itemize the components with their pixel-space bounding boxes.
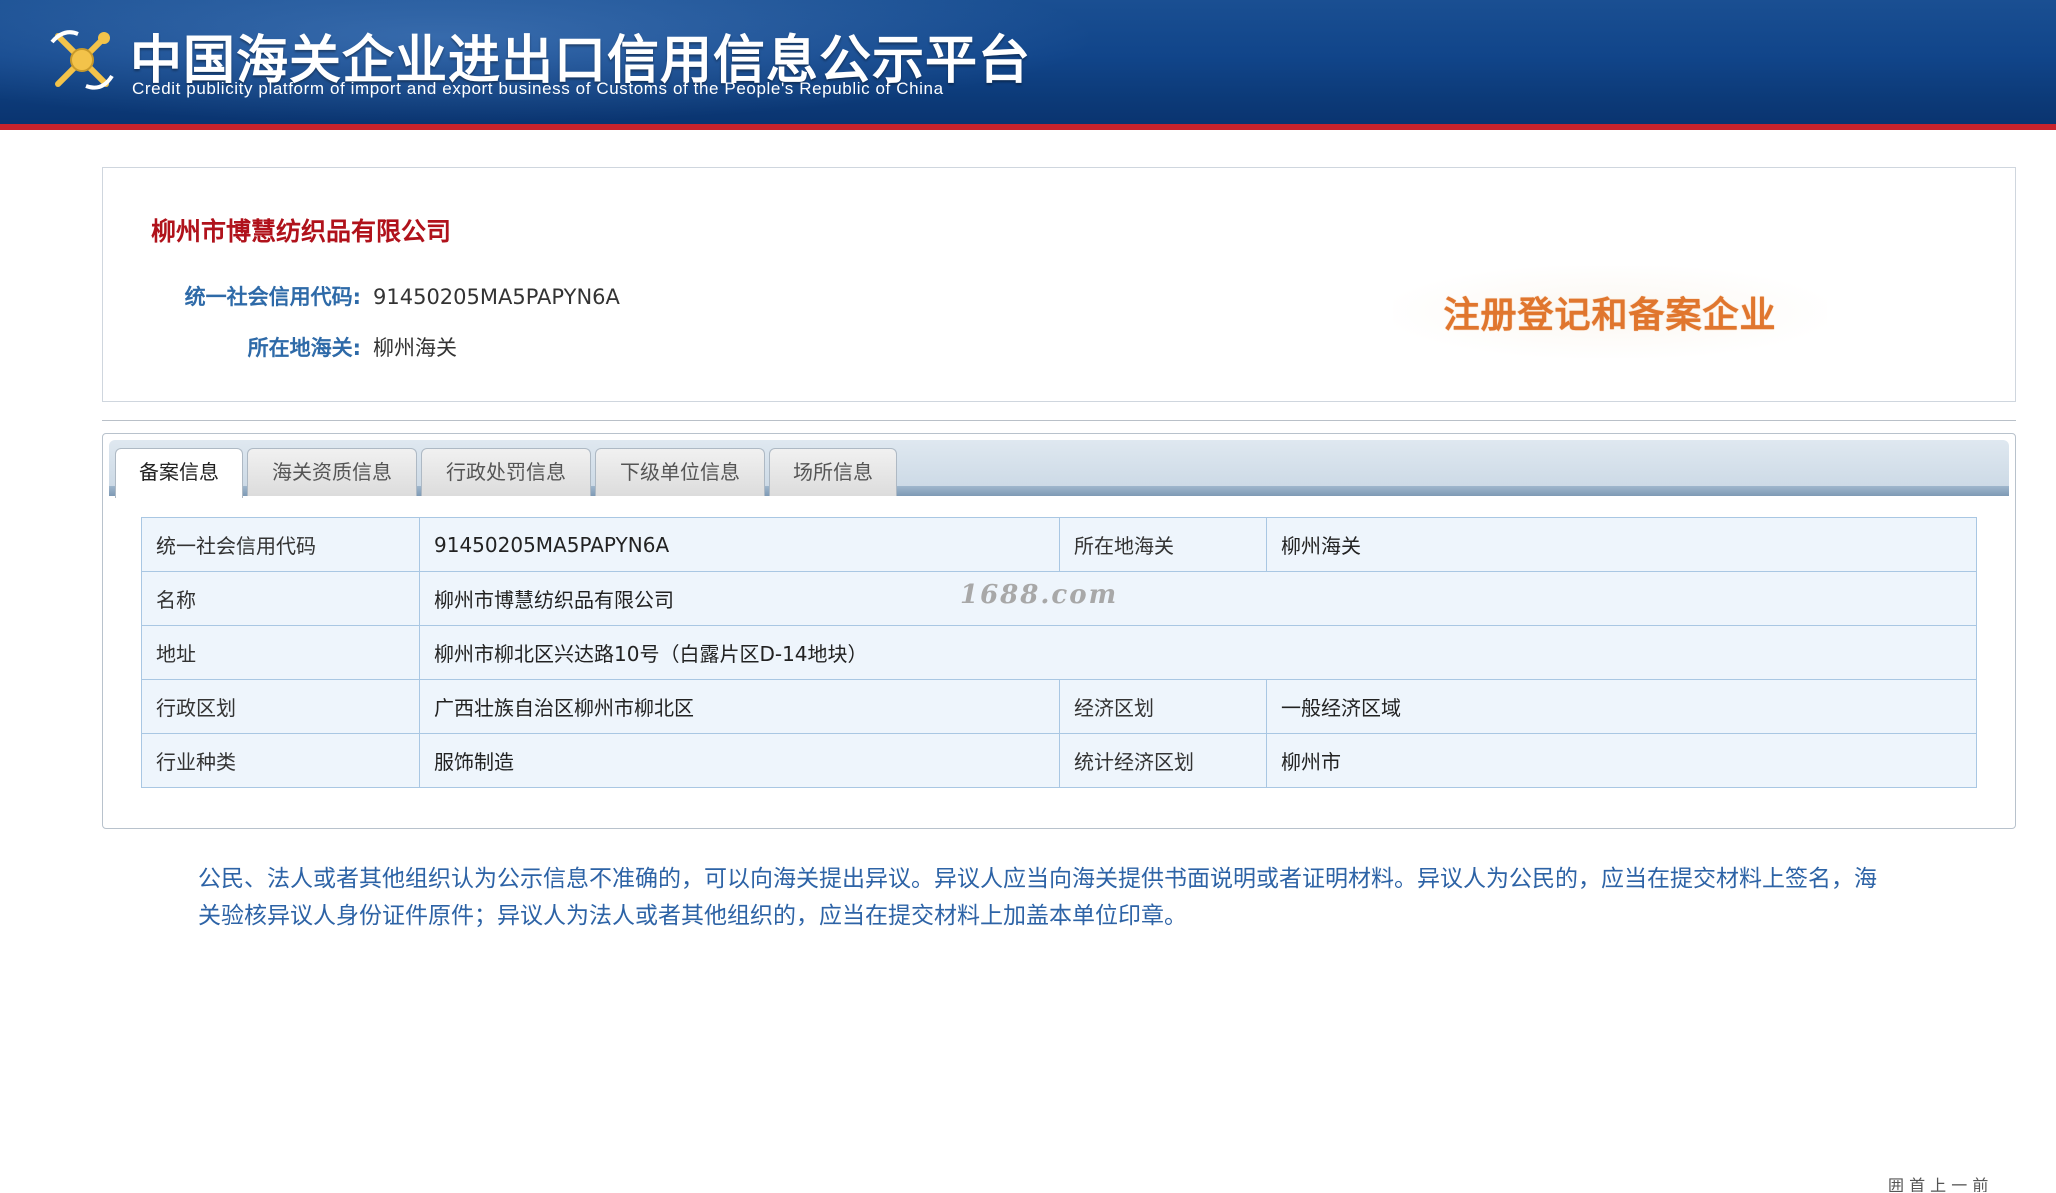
table-row: 地址 柳州市柳北区兴达路10号（白露片区D-14地块） <box>141 625 1977 680</box>
tab-administrative-penalty[interactable]: 行政处罚信息 <box>421 448 591 496</box>
row-label: 地址 <box>141 625 420 680</box>
row-label: 统一社会信用代码 <box>141 517 420 572</box>
row-value: 柳州市柳北区兴达路10号（白露片区D-14地块） <box>419 625 1977 680</box>
row-label: 名称 <box>141 571 420 626</box>
corner-toolbar-fragment: 囲 首 上 一 前 <box>1888 1176 1989 1192</box>
credit-code-value: 91450205MA5PAPYN6A <box>373 285 620 309</box>
info-tab-panel: 备案信息 海关资质信息 行政处罚信息 下级单位信息 场所信息 统一社会信用代码 … <box>102 433 2016 829</box>
table-row: 行业种类 服饰制造 统计经济区划 柳州市 <box>141 733 1977 788</box>
site-subtitle: Credit publicity platform of import and … <box>132 79 944 98</box>
customs-emblem-icon[interactable] <box>44 22 120 98</box>
row-value: 柳州市博慧纺织品有限公司 <box>419 571 1977 626</box>
company-summary-card: 柳州市博慧纺织品有限公司 统一社会信用代码: 91450205MA5PAPYN6A… <box>102 167 2016 402</box>
tab-subordinate-units[interactable]: 下级单位信息 <box>595 448 765 496</box>
row-value: 91450205MA5PAPYN6A <box>419 517 1060 572</box>
tab-filing-info[interactable]: 备案信息 <box>115 448 243 498</box>
watermark-text: 1688.com <box>960 580 1119 610</box>
customs-value: 柳州海关 <box>373 336 457 360</box>
company-name: 柳州市博慧纺织品有限公司 <box>151 217 452 246</box>
row-label: 所在地海关 <box>1059 517 1267 572</box>
tab-premises-info[interactable]: 场所信息 <box>769 448 897 496</box>
section-divider <box>102 420 2016 421</box>
table-row: 统一社会信用代码 91450205MA5PAPYN6A 所在地海关 柳州海关 <box>141 517 1977 572</box>
status-stamp: 注册登记和备案企业 <box>1393 266 1827 358</box>
customs-label: 所在地海关: <box>247 336 361 360</box>
objection-notice: 公民、法人或者其他组织认为公示信息不准确的，可以向海关提出异议。异议人应当向海关… <box>198 866 1877 929</box>
filing-info-table: 统一社会信用代码 91450205MA5PAPYN6A 所在地海关 柳州海关 名… <box>141 517 1977 788</box>
tab-customs-qualification[interactable]: 海关资质信息 <box>247 448 417 496</box>
row-label: 行政区划 <box>141 679 420 734</box>
site-header: 中国海关企业进出口信用信息公示平台 Credit publicity platf… <box>0 0 2056 130</box>
row-value: 柳州市 <box>1266 733 1977 788</box>
row-label: 统计经济区划 <box>1059 733 1267 788</box>
row-value: 广西壮族自治区柳州市柳北区 <box>419 679 1060 734</box>
tab-bar: 备案信息 海关资质信息 行政处罚信息 下级单位信息 场所信息 <box>109 440 2009 498</box>
table-row: 行政区划 广西壮族自治区柳州市柳北区 经济区划 一般经济区域 <box>141 679 1977 734</box>
row-value: 柳州海关 <box>1266 517 1977 572</box>
row-value: 一般经济区域 <box>1266 679 1977 734</box>
row-label: 经济区划 <box>1059 679 1267 734</box>
customs-row: 所在地海关: 柳州海关 <box>151 332 457 362</box>
row-label: 行业种类 <box>141 733 420 788</box>
credit-code-label: 统一社会信用代码: <box>184 285 361 309</box>
status-stamp-text: 注册登记和备案企业 <box>1443 295 1777 336</box>
row-value: 服饰制造 <box>419 733 1060 788</box>
credit-code-row: 统一社会信用代码: 91450205MA5PAPYN6A <box>151 281 620 311</box>
